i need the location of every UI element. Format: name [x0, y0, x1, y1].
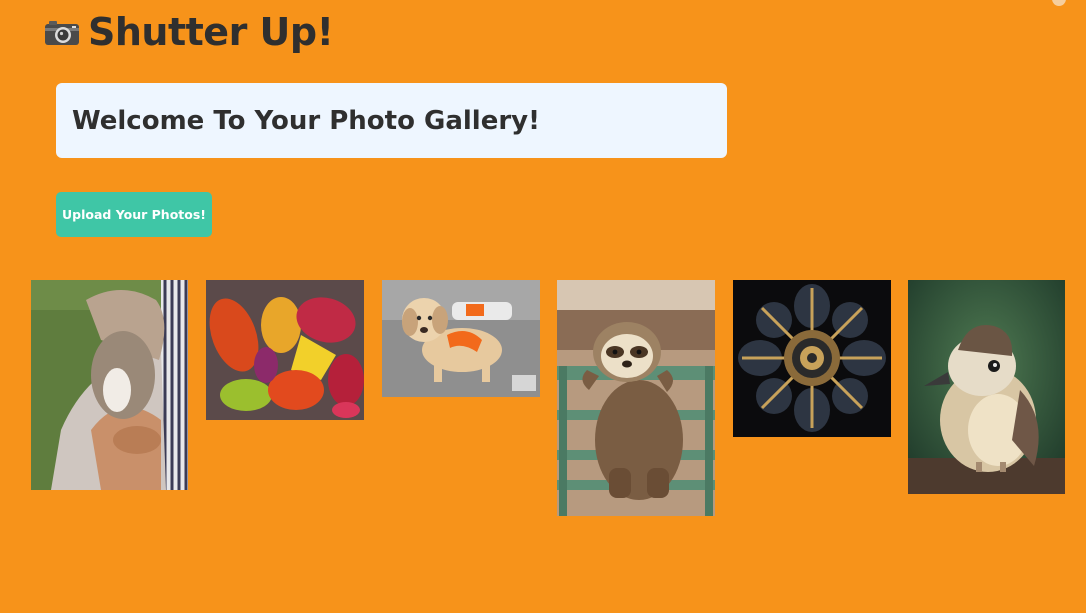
upload-photos-button[interactable]: Upload Your Photos! [56, 192, 212, 237]
photo-squirrel[interactable] [31, 280, 188, 490]
photo-puppy[interactable] [382, 280, 540, 397]
corner-decoration [1052, 0, 1066, 6]
photo-sloth[interactable] [557, 280, 715, 516]
app-title: Shutter Up! [88, 10, 334, 54]
photo-autumn-leaves[interactable] [206, 280, 364, 420]
photo-kaleidoscope[interactable] [733, 280, 891, 437]
photo-kookaburra[interactable] [908, 280, 1065, 494]
welcome-card: Welcome To Your Photo Gallery! [56, 83, 727, 158]
camera-icon [44, 19, 80, 46]
app-header: Shutter Up! [44, 6, 334, 58]
welcome-heading: Welcome To Your Photo Gallery! [72, 105, 540, 136]
page: Shutter Up! Welcome To Your Photo Galler… [0, 0, 1086, 613]
